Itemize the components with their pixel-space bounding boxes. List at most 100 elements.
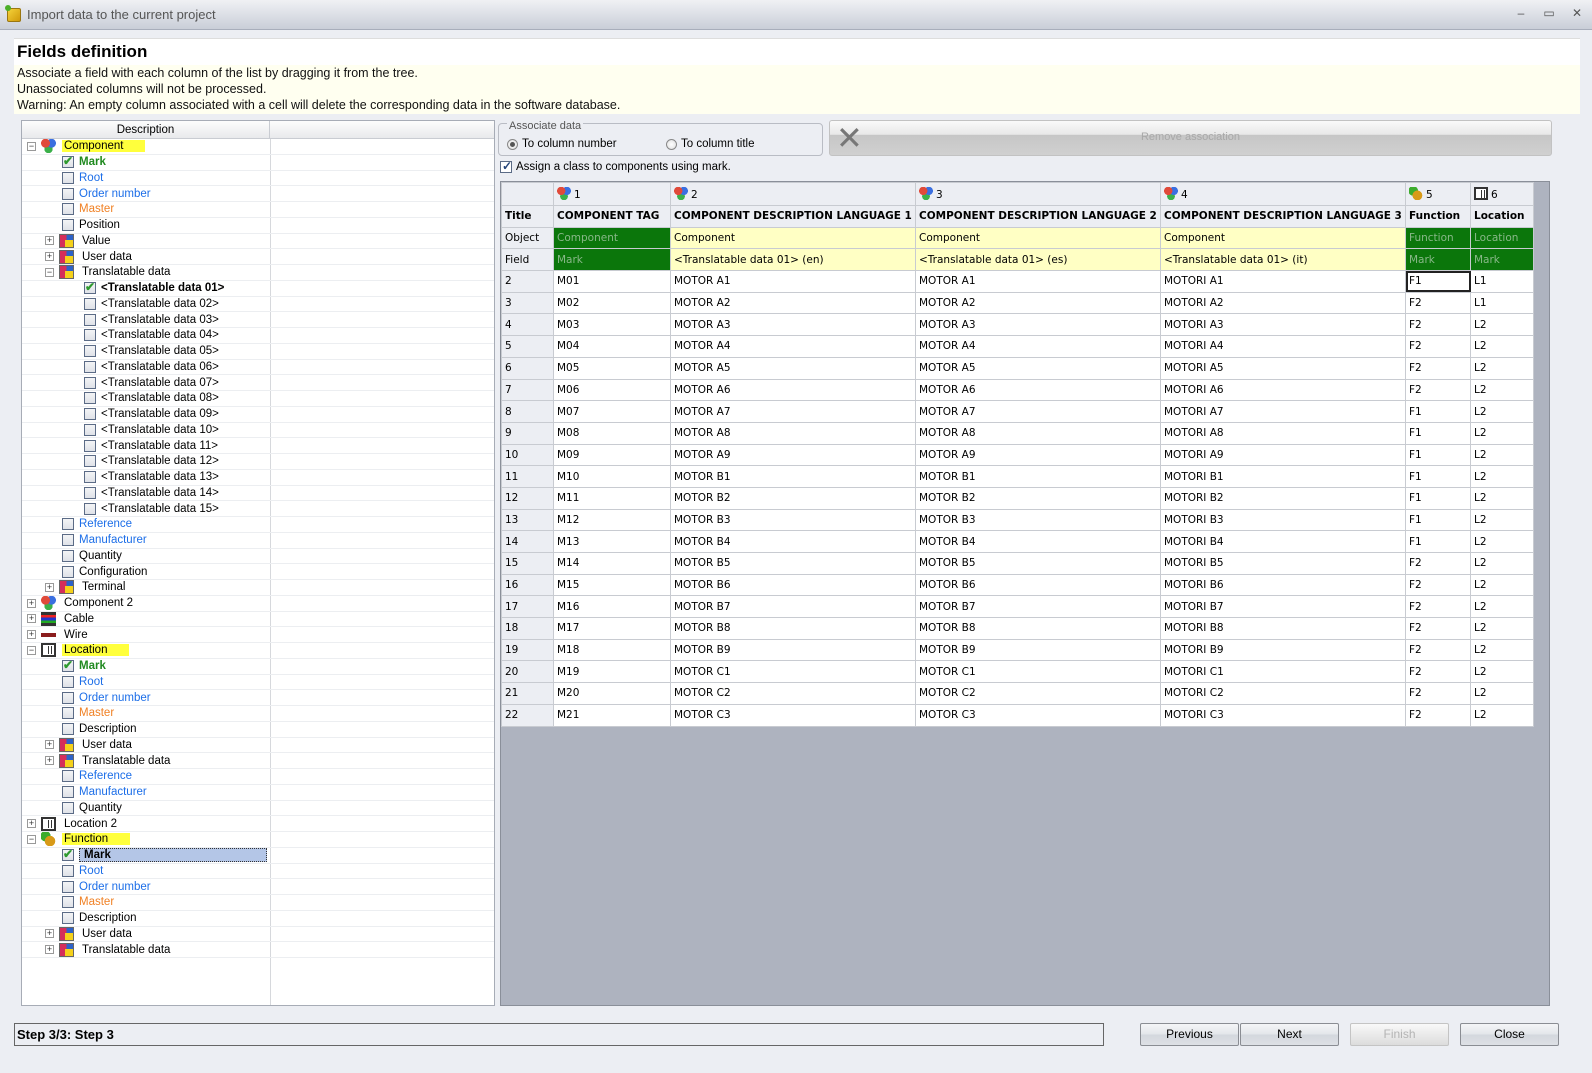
grid-field-cell[interactable]: Mark: [553, 248, 671, 272]
grid-cell[interactable]: MOTOR A5: [670, 356, 916, 380]
tree-node-label[interactable]: Location: [62, 644, 130, 657]
tree-node-label[interactable]: User data: [82, 739, 132, 751]
grid-cell[interactable]: L1: [1470, 270, 1534, 293]
remove-association-button[interactable]: ✕ Remove association: [829, 120, 1552, 156]
checkbox-unchecked[interactable]: [62, 912, 74, 925]
checkbox-unchecked[interactable]: [84, 423, 96, 436]
checkbox-checked[interactable]: [62, 658, 74, 673]
grid-cell[interactable]: MOTOR A7: [915, 400, 1161, 423]
expand-icon[interactable]: +: [45, 236, 54, 246]
grid-cell[interactable]: L2: [1470, 486, 1534, 510]
tree-node[interactable]: <Translatable data 08>: [22, 391, 494, 407]
checkbox-unchecked[interactable]: [84, 471, 96, 484]
checkbox-unchecked[interactable]: [62, 187, 74, 200]
tree-node[interactable]: <Translatable data 11>: [22, 438, 494, 454]
checkbox-checked-icon[interactable]: [500, 159, 512, 173]
tree-node[interactable]: <Translatable data 15>: [22, 501, 494, 517]
tree-node-label[interactable]: Location 2: [64, 818, 117, 830]
grid-cell[interactable]: MOTOR B3: [915, 508, 1161, 532]
grid-cell[interactable]: MOTOR B1: [670, 465, 916, 488]
grid-cell[interactable]: F2: [1405, 682, 1471, 705]
grid-column-header[interactable]: 2: [670, 182, 916, 206]
grid-cell[interactable]: M02: [553, 291, 671, 315]
grid-cell[interactable]: MOTOR A2: [915, 291, 1161, 315]
tree-node-label[interactable]: Root: [79, 865, 103, 877]
grid-cell[interactable]: MOTOR A3: [915, 313, 1161, 337]
expand-icon[interactable]: +: [45, 582, 54, 592]
grid-cell[interactable]: M04: [553, 335, 671, 358]
tree-node-label[interactable]: <Translatable data 09>: [101, 408, 219, 420]
grid-cell[interactable]: L2: [1470, 443, 1534, 467]
grid-object-cell[interactable]: Component: [670, 226, 916, 250]
tree-node-label[interactable]: User data: [82, 928, 132, 940]
minimize-button[interactable]: –: [1514, 6, 1528, 20]
tree-node[interactable]: <Translatable data 05>: [22, 344, 494, 360]
tree-node[interactable]: Description: [22, 722, 494, 738]
tree-node[interactable]: + Location 2: [22, 816, 494, 832]
tree-node-label[interactable]: <Translatable data 08>: [101, 392, 219, 404]
grid-cell[interactable]: MOTORI B4: [1160, 530, 1406, 553]
grid-cell[interactable]: MOTOR A8: [670, 421, 916, 445]
grid-cell[interactable]: MOTOR B4: [915, 530, 1161, 553]
expand-icon[interactable]: +: [27, 598, 36, 608]
grid-column-header[interactable]: 4: [1160, 182, 1406, 206]
grid-cell[interactable]: L2: [1470, 356, 1534, 380]
grid-cell[interactable]: MOTOR A4: [670, 335, 916, 358]
grid-cell[interactable]: M05: [553, 356, 671, 380]
grid-cell[interactable]: MOTOR C2: [915, 682, 1161, 705]
tree-node-label[interactable]: Description: [79, 723, 137, 735]
grid-cell[interactable]: L2: [1470, 313, 1534, 337]
grid-cell[interactable]: MOTORI B7: [1160, 595, 1406, 619]
grid-cell[interactable]: MOTOR B6: [915, 573, 1161, 597]
grid-cell[interactable]: MOTORI C1: [1160, 660, 1406, 684]
tree-node-label[interactable]: Master: [79, 707, 114, 719]
grid-cell[interactable]: F2: [1405, 313, 1471, 337]
grid-cell[interactable]: M07: [553, 400, 671, 423]
grid-cell[interactable]: MOTOR B1: [915, 465, 1161, 488]
tree-node[interactable]: <Translatable data 13>: [22, 470, 494, 486]
grid-object-cell[interactable]: Component: [915, 226, 1161, 250]
tree-node[interactable]: − Location: [22, 643, 494, 659]
tree-node[interactable]: Master: [22, 202, 494, 218]
tree-node[interactable]: Reference: [22, 769, 494, 785]
tree-node-label[interactable]: Order number: [79, 692, 151, 704]
tree-node-label[interactable]: Mark: [79, 848, 267, 863]
checkbox-unchecked[interactable]: [62, 565, 74, 578]
field-tree[interactable]: Description − Component Mark Root Order numb…: [21, 120, 495, 1006]
grid-cell[interactable]: F1: [1405, 530, 1471, 553]
grid-object-cell[interactable]: Function: [1405, 226, 1471, 250]
checkbox-unchecked[interactable]: [62, 203, 74, 216]
grid-cell[interactable]: MOTORI A6: [1160, 378, 1406, 402]
grid-cell[interactable]: M13: [553, 530, 671, 553]
checkbox-unchecked[interactable]: [84, 376, 96, 389]
expand-icon[interactable]: +: [45, 252, 54, 262]
tree-node[interactable]: + User data: [22, 249, 494, 265]
grid-cell[interactable]: MOTORI B3: [1160, 508, 1406, 532]
tree-node[interactable]: <Translatable data 07>: [22, 375, 494, 391]
grid-cell[interactable]: MOTOR B8: [915, 617, 1161, 640]
grid-cell[interactable]: MOTORI B5: [1160, 552, 1406, 575]
grid-field-cell[interactable]: <Translatable data 01> (it): [1160, 248, 1406, 272]
collapse-icon[interactable]: −: [27, 645, 36, 655]
checkbox-unchecked[interactable]: [84, 486, 96, 499]
grid-cell[interactable]: MOTORI B2: [1160, 486, 1406, 510]
tree-node-label[interactable]: <Translatable data 02>: [101, 298, 219, 310]
tree-column-header[interactable]: Description: [22, 121, 270, 138]
grid-cell[interactable]: M08: [553, 421, 671, 445]
tree-node-label[interactable]: Translatable data: [82, 944, 170, 956]
assign-class-checkbox[interactable]: Assign a class to components using mark.: [500, 159, 731, 173]
checkbox-unchecked[interactable]: [62, 534, 74, 547]
tree-node-label[interactable]: Translatable data: [82, 266, 170, 278]
tree-node[interactable]: <Translatable data 12>: [22, 454, 494, 470]
tree-node[interactable]: <Translatable data 01>: [22, 280, 494, 297]
grid-cell[interactable]: MOTOR C2: [670, 682, 916, 705]
grid-cell[interactable]: F1: [1405, 421, 1471, 445]
grid-cell[interactable]: L2: [1470, 552, 1534, 575]
tree-node-label[interactable]: Value: [82, 235, 111, 247]
grid-cell[interactable]: L2: [1470, 421, 1534, 445]
grid-cell[interactable]: L2: [1470, 660, 1534, 684]
checkbox-unchecked[interactable]: [62, 518, 74, 531]
grid-cell[interactable]: MOTOR C1: [915, 660, 1161, 684]
tree-node-label[interactable]: <Translatable data 06>: [101, 361, 219, 373]
tree-node-label[interactable]: Mark: [79, 660, 106, 672]
